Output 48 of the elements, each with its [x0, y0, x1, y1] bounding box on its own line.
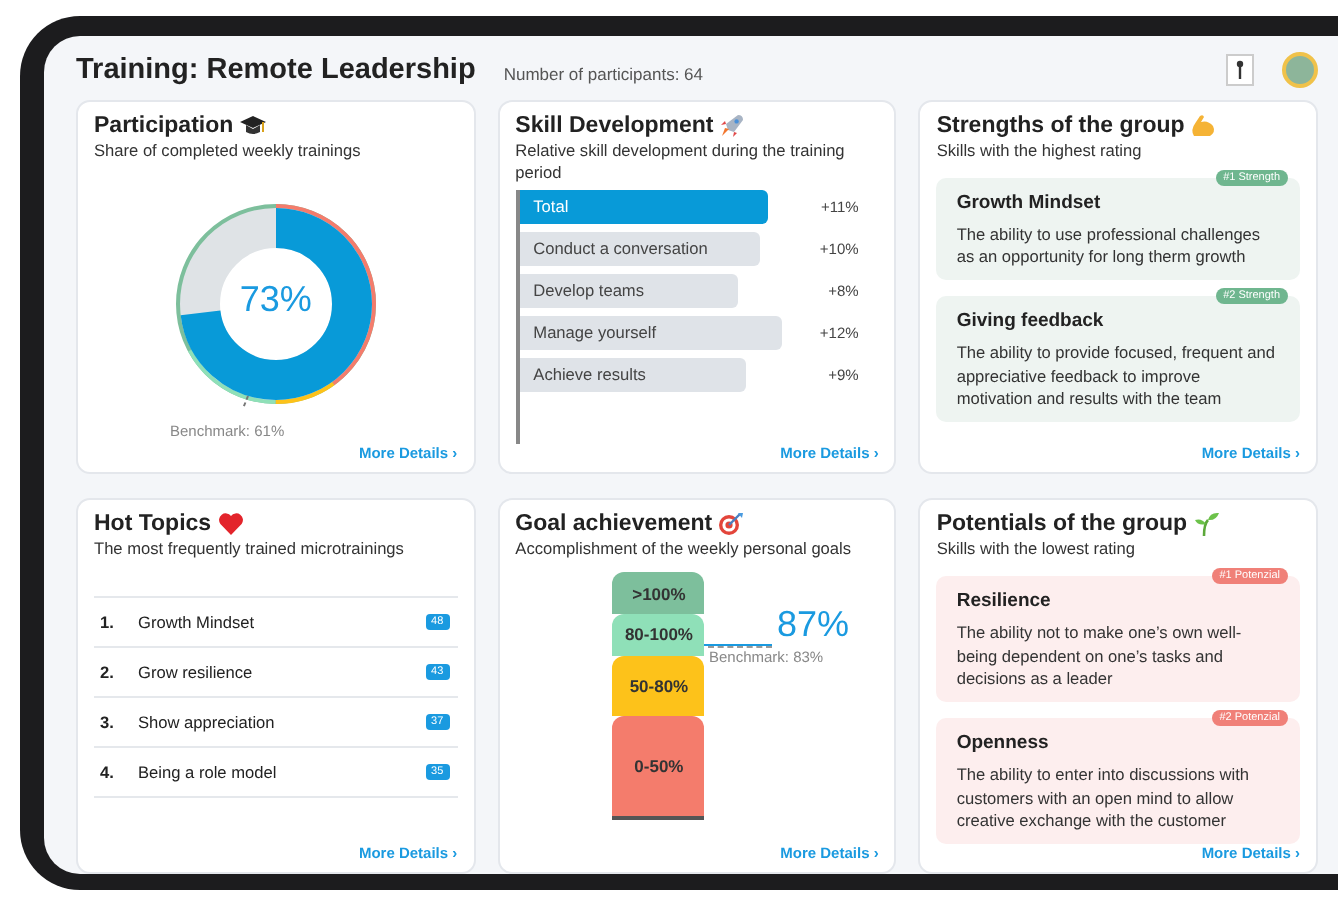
card-subtitle: Relative skill development during the training period [515, 140, 847, 184]
card-subtitle: Skills with the lowest rating [936, 538, 1137, 561]
skill-description: The ability to use professional challenges as an opportunity for long therm growth [956, 223, 1263, 270]
graduation-cap-icon [239, 114, 266, 138]
skill-name: Giving feedback [956, 310, 1106, 332]
card-title: Skill Development [515, 114, 714, 138]
skill-description: The ability to provide focused, frequent and appreciative feedback to improve motivation and results with the team [956, 342, 1277, 412]
card-subtitle: Skills with the highest rating [936, 140, 1144, 162]
rank-number: 1. [98, 612, 116, 633]
target-icon [718, 512, 745, 537]
topic-label: Grow resilience [138, 662, 255, 683]
flexed-arm-icon [1190, 114, 1217, 138]
rocket-icon [719, 114, 744, 138]
topic-label: Growth Mindset [138, 612, 257, 633]
goal-percentage: 87% [776, 604, 849, 647]
skill-name: Resilience [956, 590, 1053, 613]
column-segment: 0-50% [612, 716, 705, 817]
participation-percentage: 73% [239, 278, 312, 318]
card-title: Potentials of the group [936, 512, 1188, 537]
column-segment: >100% [612, 572, 705, 614]
skill-bar[interactable]: Total [519, 189, 768, 224]
skill-bar[interactable]: Manage yourself [519, 315, 782, 350]
info-icon[interactable] [1226, 54, 1254, 86]
skill-bar[interactable]: Develop teams [519, 273, 739, 308]
card-subtitle: Accomplishment of the weekly personal goals [515, 538, 854, 561]
skill-name: Growth Mindset [956, 191, 1103, 214]
card-title: Participation [94, 114, 234, 138]
skill-description: The ability not to make one’s own well-being dependent on one’s tasks and decisions as a leader [956, 622, 1244, 693]
card-subtitle: Share of completed weekly trainings [94, 140, 363, 162]
topic-label: Being a role model [138, 762, 279, 783]
column-segment: 50-80% [612, 655, 705, 717]
rank-number: 4. [98, 762, 116, 783]
topic-label: Show appreciation [138, 712, 277, 733]
skill-bar[interactable]: Conduct a conversation [519, 231, 761, 266]
column-segment: 80-100% [612, 613, 705, 656]
participants-count: Number of participants: 64 [503, 63, 704, 83]
heart-icon [217, 512, 244, 537]
skill-description: The ability to enter into discussions with customers with an open mind to allow creative exchange with the customer [956, 764, 1252, 834]
skill-name: Openness [956, 732, 1051, 755]
skill-bar[interactable]: Achieve results [519, 357, 746, 392]
rank-number: 2. [98, 662, 116, 683]
card-title: Strengths of the group [936, 114, 1185, 138]
card-title: Goal achievement [515, 512, 713, 537]
card-subtitle: The most frequently trained microtrainings [94, 538, 406, 561]
page-title: Training: Remote Leadership [76, 54, 476, 86]
card-title: Hot Topics [94, 512, 212, 537]
rank-number: 3. [98, 712, 116, 733]
sprout-icon [1193, 512, 1220, 537]
